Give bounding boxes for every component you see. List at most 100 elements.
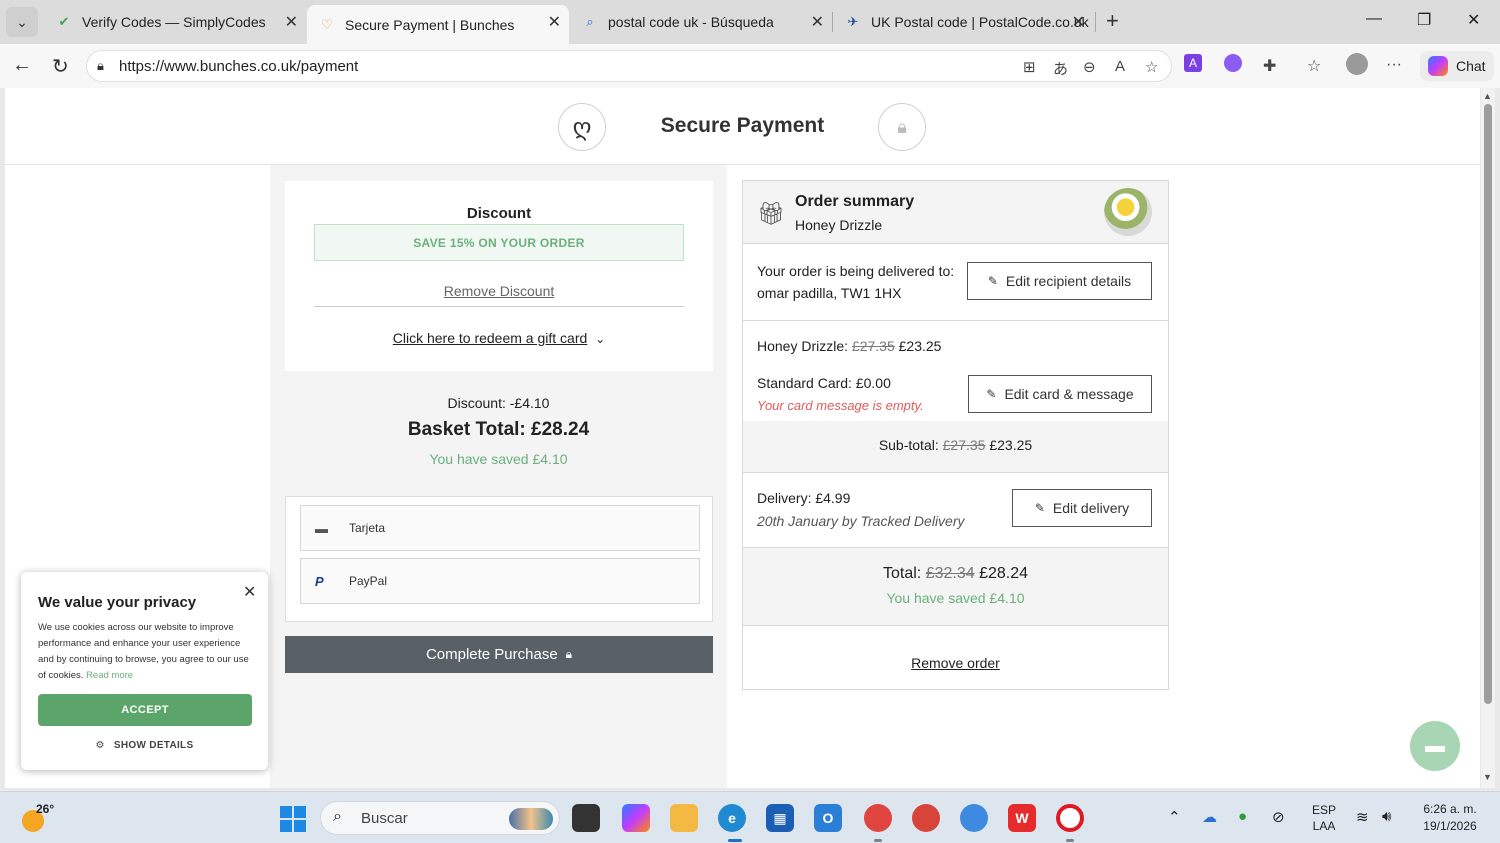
edit-card-button[interactable]: ✎ Edit card & message [968,375,1152,413]
translate-icon[interactable]: あ [1053,58,1068,79]
card-message-note: Your card message is empty. [757,398,924,413]
total-old: £32.34 [925,565,975,582]
product-name: Honey Drizzle [795,217,883,233]
apps-icon[interactable]: ⊞ [1023,58,1036,76]
read-more-link[interactable]: Read more [86,670,133,681]
bunches-logo-icon[interactable]: ღ [558,103,606,151]
payment-option-paypal[interactable]: P PayPal [300,558,700,604]
close-icon[interactable]: ✕ [811,12,824,32]
more-options-icon[interactable]: ··· [1386,56,1402,74]
chrome-profile-icon[interactable] [912,804,940,832]
chevron-up-icon[interactable]: ⌃ [1168,808,1181,826]
read-aloud-icon[interactable]: A [1115,58,1125,75]
minimize-icon[interactable]: — [1366,10,1382,28]
lock-icon: 🔒︎ [878,103,926,151]
clock-time: 6:26 a. m. [1423,802,1477,816]
item-label: Honey Drizzle: [757,338,849,354]
favorite-star-icon[interactable]: ☆ [1145,58,1158,76]
close-icon[interactable]: ✕ [1072,12,1085,32]
new-tab-icon[interactable]: + [1106,8,1119,34]
totals-block: Discount: -£4.10 Basket Total: £28.24 Yo… [270,395,727,467]
zoom-out-icon[interactable]: ⊖ [1083,58,1096,76]
extension-a-icon[interactable]: A [1184,54,1202,72]
remove-order-link[interactable]: Remove order [743,655,1168,671]
edit-recipient-button[interactable]: ✎ Edit recipient details [967,262,1152,300]
tab-actions-menu[interactable]: ⌄ [6,7,38,37]
lock-icon: 🔒︎ [565,647,573,661]
tab-simplycodes[interactable]: ✔ Verify Codes — SimplyCodes ✕ [44,5,306,39]
delivery-date: 20th January by Tracked Delivery [757,513,965,529]
tab-postalcode[interactable]: ✈ UK Postal code | PostalCode.co.uk ✕ [833,5,1093,39]
profile-avatar-icon[interactable] [1346,53,1368,75]
taskbar-search[interactable]: ⌕ Buscar [320,801,560,835]
security-icon[interactable]: ● [1238,808,1247,825]
total-label: Total: [882,565,922,582]
close-icon[interactable]: ✕ [285,12,298,32]
system-clock[interactable]: 6:26 a. m. 19/1/2026 [1414,801,1486,835]
cookie-body: We use cookies across our website to imp… [38,622,249,681]
complete-purchase-button[interactable]: Complete Purchase 🔒︎ [285,636,713,673]
cookie-consent-dialog: We value your privacy ✕ We use cookies a… [21,572,268,770]
microsoft-store-icon[interactable]: ▦ [766,804,794,832]
delivery-row: Delivery: £4.99 20th January by Tracked … [743,473,1168,548]
start-windows-icon[interactable] [280,806,306,832]
redeem-gift-card-link[interactable]: Click here to redeem a gift card ⌄ [285,330,713,346]
close-icon[interactable]: ✕ [548,12,561,32]
chat-label: Chat [1456,58,1486,74]
sync-off-icon[interactable]: ⊘ [1272,808,1285,826]
recipient-details: omar padilla, TW1 1HX [757,285,902,301]
pencil-icon: ✎ [987,274,998,288]
outlook-icon[interactable]: O [814,804,842,832]
scroll-down-icon[interactable]: ▼ [1483,772,1492,782]
app-indicator [874,839,882,842]
favorites-icon[interactable]: ☆ [1307,56,1321,76]
wifi-icon[interactable]: ≋ [1356,808,1369,826]
tab-separator [1095,12,1096,32]
show-details-button[interactable]: ⚙ SHOW DETAILS [21,740,268,751]
edit-delivery-button[interactable]: ✎ Edit delivery [1012,489,1152,527]
accept-cookies-button[interactable]: ACCEPT [38,694,252,726]
tab-title: postal code uk - Búsqueda [608,14,774,30]
task-view-icon[interactable] [572,804,600,832]
file-explorer-icon[interactable] [670,804,698,832]
onedrive-icon[interactable]: ☁ [1202,808,1217,826]
extensions-puzzle-icon[interactable]: ✚ [1263,56,1276,76]
total-saved: You have saved £4.10 [886,590,1025,606]
close-icon[interactable]: ✕ [243,582,256,602]
chrome-profile-2-icon[interactable] [960,804,988,832]
back-arrow-icon[interactable]: ← [12,54,32,77]
gear-icon: ⚙ [95,740,105,751]
item-price: £23.25 [898,338,942,354]
discount-code-banner: SAVE 15% ON YOUR ORDER [314,224,684,261]
subtotal-label: Sub-total: [878,437,939,453]
page-title: Secure Payment [660,114,825,137]
close-window-icon[interactable]: ✕ [1467,10,1480,30]
payment-option-card[interactable]: ▬ Tarjeta [300,505,700,551]
opera-icon[interactable] [1056,804,1084,832]
restore-icon[interactable]: ❐ [1417,10,1431,30]
gift-icon: 🎁︎ [757,201,785,226]
copilot-app-icon[interactable] [622,804,650,832]
payment-option-label: Tarjeta [349,521,386,535]
active-app-indicator [728,839,742,842]
scroll-up-icon[interactable]: ▲ [1483,91,1492,101]
volume-icon[interactable]: 🔊︎ [1382,808,1391,825]
copilot-chat-button[interactable]: Chat [1420,51,1494,81]
lock-icon[interactable]: 🔒︎ [97,58,104,74]
page-scrollbar[interactable]: ▲ ▼ [1481,88,1495,788]
language-indicator[interactable]: ESP LAA [1312,802,1336,834]
wps-office-icon[interactable]: W [1008,804,1036,832]
edge-browser-icon[interactable]: e [718,804,746,832]
tab-search[interactable]: ⌕ postal code uk - Búsqueda ✕ [570,5,832,39]
chat-bubble-icon[interactable]: ▬ [1410,721,1460,771]
extension-circle-icon[interactable] [1224,54,1242,72]
chrome-icon[interactable] [864,804,892,832]
scroll-thumb[interactable] [1484,104,1492,704]
remove-discount-link[interactable]: Remove Discount [285,283,713,299]
item-line: Honey Drizzle: £27.35 £23.25 [757,338,941,354]
address-bar[interactable]: 🔒︎ https://www.bunches.co.uk/payment ⊞ あ… [86,50,1172,82]
weather-widget[interactable]: 26° [20,800,56,836]
refresh-icon[interactable]: ↻ [52,54,69,79]
subtotal-value: £23.25 [989,437,1033,453]
tab-bunches[interactable]: ♡ Secure Payment | Bunches ✕ [307,5,569,44]
